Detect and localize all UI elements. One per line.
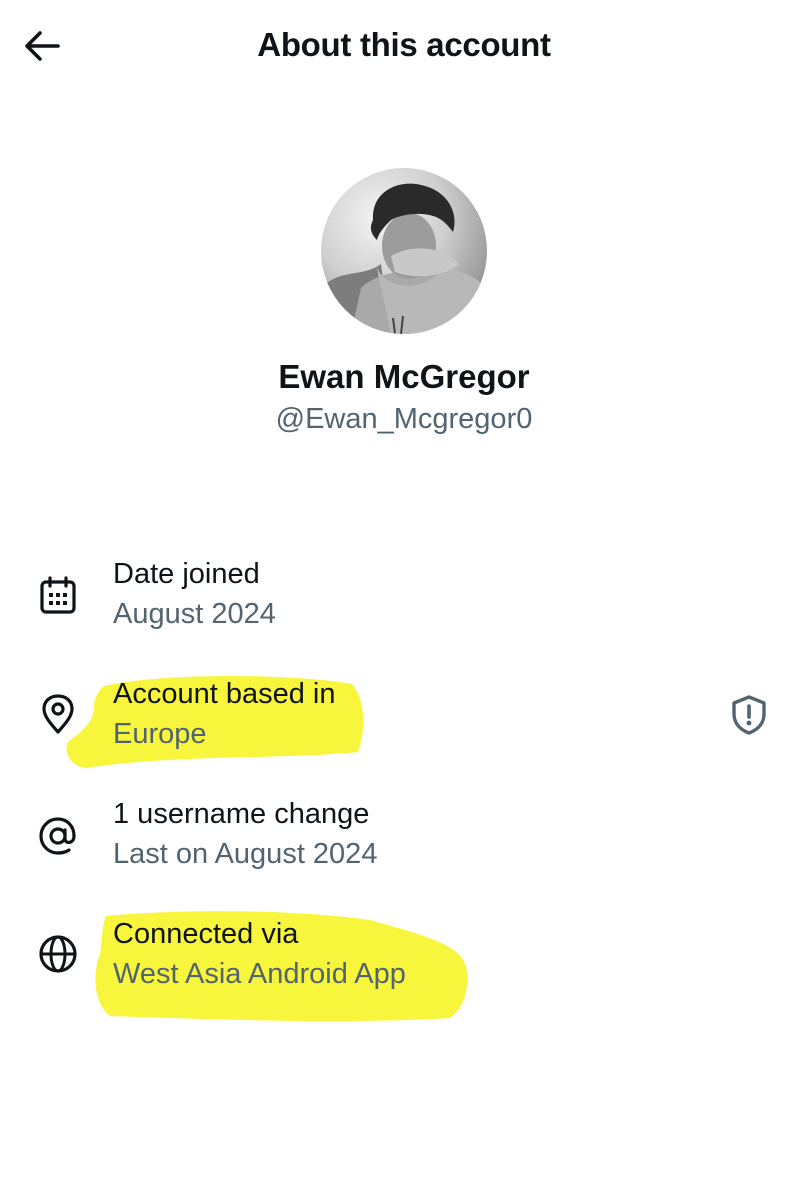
info-row-connected-via: Connected via West Asia Android App bbox=[0, 912, 808, 1022]
globe-icon bbox=[34, 930, 82, 978]
row-value: Last on August 2024 bbox=[113, 838, 378, 870]
calendar-icon bbox=[34, 572, 82, 620]
avatar-photo bbox=[321, 168, 487, 334]
row-label: Date joined bbox=[113, 558, 260, 590]
row-label: Account based in bbox=[113, 678, 336, 710]
shield-alert-button[interactable] bbox=[724, 690, 774, 740]
row-value: August 2024 bbox=[113, 598, 276, 630]
shield-alert-icon bbox=[732, 695, 766, 735]
avatar[interactable] bbox=[321, 168, 487, 334]
info-row-username-change: 1 username change Last on August 2024 bbox=[0, 792, 808, 902]
row-value: Europe bbox=[113, 718, 207, 750]
info-row-date-joined: Date joined August 2024 bbox=[0, 552, 808, 662]
row-label: 1 username change bbox=[113, 798, 370, 830]
profile-handle: @Ewan_Mcgregor0 bbox=[275, 403, 533, 435]
top-bar: About this account bbox=[0, 0, 808, 96]
page-title: About this account bbox=[257, 26, 551, 63]
row-value: West Asia Android App bbox=[113, 958, 406, 990]
at-sign-icon bbox=[34, 812, 82, 860]
location-pin-icon bbox=[34, 690, 82, 738]
row-label: Connected via bbox=[113, 918, 299, 950]
profile-name: Ewan McGregor bbox=[278, 358, 530, 395]
info-row-account-based-in: Account based in Europe bbox=[0, 672, 808, 782]
